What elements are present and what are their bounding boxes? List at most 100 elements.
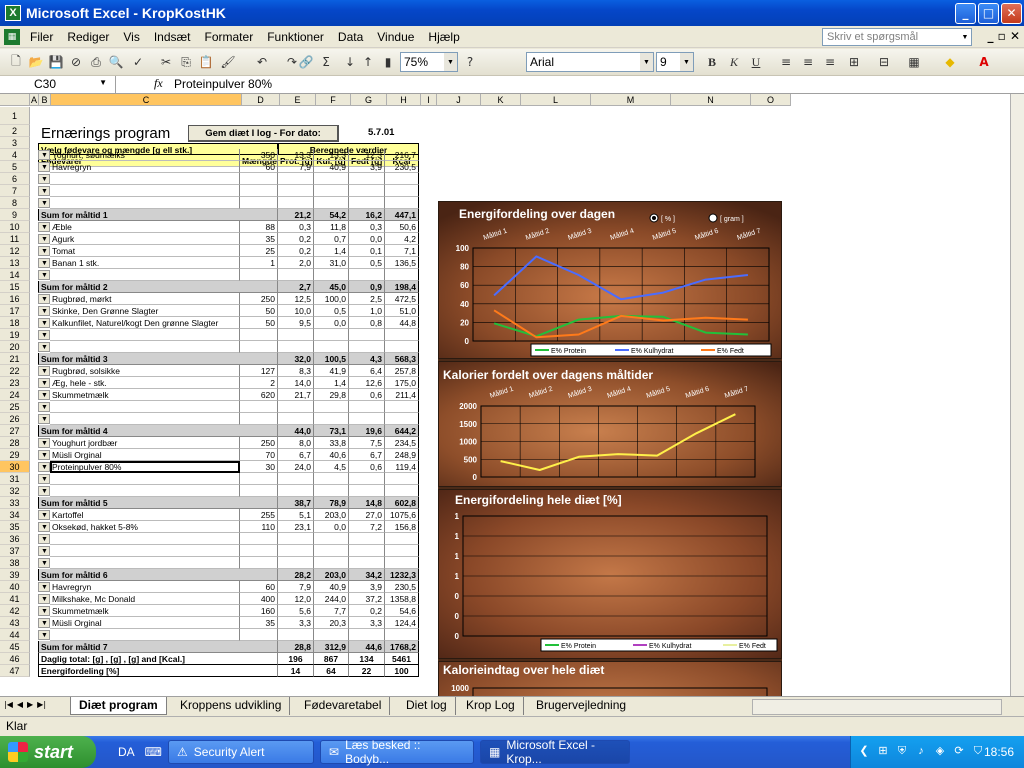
food-cell[interactable]: Skummetmælk <box>50 605 240 617</box>
amount-cell[interactable]: 88 <box>240 221 278 233</box>
row-header[interactable]: 21 <box>0 353 30 365</box>
amount-cell[interactable]: 35 <box>240 617 278 629</box>
carb-cell[interactable] <box>314 269 349 281</box>
row-header[interactable]: 7 <box>0 185 30 197</box>
kcal-cell[interactable]: 230,5 <box>385 581 419 593</box>
carb-cell[interactable]: 244,0 <box>314 593 349 605</box>
carb-cell[interactable]: 29,8 <box>314 389 349 401</box>
food-dropdown-icon[interactable]: ▼ <box>38 462 50 472</box>
amount-cell[interactable]: 50 <box>240 305 278 317</box>
kcal-cell[interactable]: 472,5 <box>385 293 419 305</box>
kcal-cell[interactable]: 447,1 <box>385 209 419 221</box>
print-preview-icon[interactable]: 🔍 <box>108 54 124 70</box>
zoom-select[interactable]: 75% ▼ <box>400 52 458 72</box>
bold-icon[interactable]: B <box>704 54 720 70</box>
menu-funktioner[interactable]: Funktioner <box>260 30 331 44</box>
carb-cell[interactable]: 203,0 <box>314 509 349 521</box>
amount-cell[interactable] <box>240 197 278 209</box>
food-dropdown-icon[interactable]: ▼ <box>38 438 50 448</box>
protein-cell[interactable]: 12,5 <box>278 293 314 305</box>
row-header[interactable]: 35 <box>0 521 30 533</box>
kcal-cell[interactable]: 198,4 <box>385 281 419 293</box>
row-header[interactable]: 16 <box>0 293 30 305</box>
carb-cell[interactable] <box>314 401 349 413</box>
row-header[interactable]: 47 <box>0 665 30 677</box>
kcal-cell[interactable]: 1075,6 <box>385 509 419 521</box>
fat-cell[interactable] <box>349 269 385 281</box>
row-header[interactable]: 19 <box>0 329 30 341</box>
food-dropdown-icon[interactable]: ▼ <box>38 390 50 400</box>
protein-cell[interactable] <box>278 329 314 341</box>
fat-cell[interactable]: 3,9 <box>349 581 385 593</box>
protein-cell[interactable]: 38,7 <box>278 497 314 509</box>
tab-diaet-program[interactable]: Diæt program <box>70 697 167 715</box>
protein-cell[interactable]: 44,0 <box>278 425 314 437</box>
food-cell[interactable]: Proteinpulver 80% <box>50 461 240 473</box>
start-button[interactable]: start <box>0 736 96 768</box>
carb-cell[interactable]: 1,4 <box>314 245 349 257</box>
protein-cell[interactable] <box>278 269 314 281</box>
amount-cell[interactable]: 60 <box>240 581 278 593</box>
fat-cell[interactable]: 0,5 <box>349 257 385 269</box>
carb-cell[interactable]: 40,9 <box>314 581 349 593</box>
carb-cell[interactable]: 0,7 <box>314 233 349 245</box>
fat-cell[interactable] <box>349 329 385 341</box>
carb-cell[interactable]: 33,8 <box>314 437 349 449</box>
protein-cell[interactable] <box>278 545 314 557</box>
kcal-cell[interactable]: 602,8 <box>385 497 419 509</box>
carb-cell[interactable]: 0,5 <box>314 305 349 317</box>
carb-cell[interactable] <box>314 185 349 197</box>
row-header[interactable]: 36 <box>0 533 30 545</box>
chevron-down-icon[interactable]: ▼ <box>444 53 457 71</box>
close-button[interactable]: ✕ <box>1001 2 1022 24</box>
food-dropdown-icon[interactable]: ▼ <box>38 450 50 460</box>
prev-sheet-icon[interactable]: ◀ <box>17 700 23 709</box>
protein-cell[interactable]: 8,3 <box>278 365 314 377</box>
fat-cell[interactable]: 0,9 <box>349 281 385 293</box>
carb-cell[interactable]: 0,0 <box>314 317 349 329</box>
taskbar-bodybuilding-message[interactable]: ✉ Læs besked :: Bodyb... <box>320 738 474 766</box>
protein-cell[interactable] <box>278 557 314 569</box>
fat-cell[interactable] <box>349 185 385 197</box>
row-header[interactable]: 40 <box>0 581 30 593</box>
amount-cell[interactable] <box>240 473 278 485</box>
food-cell[interactable] <box>50 269 240 281</box>
fat-cell[interactable]: 4,3 <box>349 353 385 365</box>
fat-cell[interactable]: 7,2 <box>349 521 385 533</box>
amount-cell[interactable]: 250 <box>240 437 278 449</box>
amount-cell[interactable]: 1 <box>240 257 278 269</box>
amount-cell[interactable]: 620 <box>240 389 278 401</box>
column-header-n[interactable]: N <box>671 94 751 106</box>
fat-cell[interactable] <box>349 173 385 185</box>
food-dropdown-icon[interactable]: ▼ <box>38 366 50 376</box>
amount-cell[interactable]: 127 <box>240 365 278 377</box>
carb-cell[interactable] <box>314 473 349 485</box>
merge-center-icon[interactable]: ⊞ <box>846 54 862 70</box>
food-cell[interactable]: Kartoffel <box>50 509 240 521</box>
carb-cell[interactable]: 20,3 <box>314 617 349 629</box>
fat-cell[interactable]: 14,8 <box>349 497 385 509</box>
column-header-h[interactable]: H <box>387 94 421 106</box>
food-dropdown-icon[interactable]: ▼ <box>38 534 50 544</box>
carb-cell[interactable] <box>314 341 349 353</box>
food-cell[interactable]: Youghurt jordbær <box>50 437 240 449</box>
food-dropdown-icon[interactable]: ▼ <box>38 234 50 244</box>
row-header[interactable]: 3 <box>0 137 30 149</box>
food-cell[interactable]: Agurk <box>50 233 240 245</box>
fat-cell[interactable]: 16,2 <box>349 209 385 221</box>
fat-cell[interactable]: 6,7 <box>349 449 385 461</box>
carb-cell[interactable]: 203,0 <box>314 569 349 581</box>
fat-cell[interactable] <box>349 413 385 425</box>
row-header[interactable]: 41 <box>0 593 30 605</box>
column-header-c[interactable]: C <box>51 94 242 106</box>
carb-cell[interactable]: 31,0 <box>314 257 349 269</box>
amount-cell[interactable]: 160 <box>240 605 278 617</box>
food-cell[interactable]: Milkshake, Mc Donald <box>50 593 240 605</box>
carb-cell[interactable]: 40,9 <box>314 161 349 173</box>
food-cell[interactable]: Kalkunfilet, Naturel/kogt Den grønne Sla… <box>50 317 240 329</box>
kcal-cell[interactable] <box>385 197 419 209</box>
kcal-cell[interactable]: 175,0 <box>385 377 419 389</box>
new-file-icon[interactable]: 🗋 <box>8 54 24 70</box>
food-cell[interactable] <box>50 173 240 185</box>
row-header[interactable]: 33 <box>0 497 30 509</box>
